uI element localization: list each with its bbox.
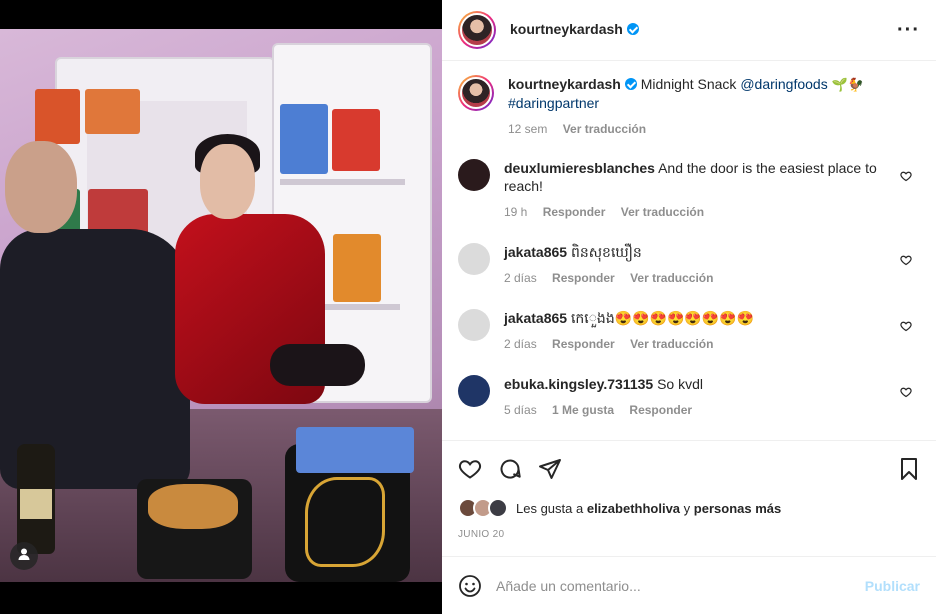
- comment-like-heart-icon[interactable]: [900, 385, 912, 403]
- commenter-avatar[interactable]: [458, 159, 490, 191]
- paper-plane-icon[interactable]: [538, 457, 562, 481]
- comment-text: កេ​​េួ​ងង😍😍😍😍😍😍😍😍: [570, 310, 755, 326]
- comment-like-heart-icon[interactable]: [900, 253, 912, 271]
- verified-badge-icon: [624, 78, 637, 90]
- translate-button[interactable]: Ver traducción: [621, 205, 704, 219]
- caption-timestamp[interactable]: 12 sem: [508, 122, 547, 136]
- commenter-username[interactable]: ebuka.kingsley.731135: [504, 376, 653, 392]
- photo-package: [35, 89, 80, 144]
- post-side-panel: kourtneykardash ··· kourtneykardash Midn…: [442, 0, 936, 614]
- post-header: kourtneykardash ···: [442, 0, 936, 61]
- comment-item: jakata865 កេ​​េួ​ងង😍😍😍😍😍😍😍😍 2 días Respo…: [458, 309, 920, 353]
- comment-input[interactable]: [496, 577, 856, 594]
- commenter-username[interactable]: deuxlumieresblanches: [504, 160, 655, 176]
- liker-avatars[interactable]: [458, 498, 508, 518]
- photo-package: [333, 234, 381, 302]
- reply-button[interactable]: Responder: [543, 205, 606, 219]
- caption-username[interactable]: kourtneykardash: [508, 76, 621, 92]
- smiley-icon[interactable]: [458, 574, 482, 598]
- comment-timestamp[interactable]: 5 días: [504, 403, 537, 417]
- photo-door-shelf: [280, 179, 405, 185]
- photo-rooster-logo: [305, 477, 385, 567]
- photo-man-head: [5, 141, 77, 233]
- comment-text: So kvdl: [657, 376, 703, 392]
- photo-bottle-label: [20, 489, 52, 519]
- photo-legs: [270, 344, 365, 386]
- photo-package: [85, 89, 140, 134]
- likes-summary: Les gusta a elizabethholiva y personas m…: [458, 496, 781, 520]
- commenter-username[interactable]: jakata865: [504, 244, 567, 260]
- bookmark-icon[interactable]: [898, 457, 920, 481]
- liker-username[interactable]: elizabethholiva: [587, 501, 680, 516]
- comment-timestamp[interactable]: 2 días: [504, 337, 537, 351]
- photo-woman-head: [200, 144, 255, 219]
- reply-button[interactable]: Responder: [552, 337, 615, 351]
- caption-emojis: 🌱🐓: [831, 77, 864, 92]
- add-comment-bar: Publicar: [442, 556, 936, 614]
- likes-prefix: Les gusta a: [516, 500, 584, 516]
- author-username[interactable]: kourtneykardash: [510, 21, 623, 37]
- other-likers-link[interactable]: personas más: [694, 501, 781, 516]
- user-tag-icon: [17, 547, 31, 566]
- comment-likes-count[interactable]: 1 Me gusta: [552, 403, 614, 417]
- comment-timestamp[interactable]: 19 h: [504, 205, 527, 219]
- post-date[interactable]: JUNIO 20: [458, 529, 504, 540]
- caption-text: Midnight Snack: [640, 76, 737, 92]
- translate-button[interactable]: Ver traducción: [630, 271, 713, 285]
- comment-like-heart-icon[interactable]: [900, 319, 912, 337]
- post-action-bar: [442, 440, 936, 496]
- reply-button[interactable]: Responder: [552, 271, 615, 285]
- comment-item: ebuka.kingsley.731135 So kvdl 5 días 1 M…: [458, 375, 920, 419]
- post-caption: kourtneykardash Midnight Snack @daringfo…: [458, 75, 920, 138]
- publish-comment-button[interactable]: Publicar: [865, 578, 920, 594]
- comment-timestamp[interactable]: 2 días: [504, 271, 537, 285]
- more-horizontal-icon: ···: [897, 18, 920, 41]
- comment-item: deuxlumieresblanches And the door is the…: [458, 159, 920, 221]
- caption-hashtag-link[interactable]: #daringpartner: [508, 95, 599, 111]
- photo-chicken-bites: [148, 484, 238, 529]
- comment-text: ពិនសុខឃឿន: [570, 244, 642, 260]
- more-options-button[interactable]: ···: [897, 19, 920, 42]
- verified-badge-icon: [626, 23, 639, 35]
- photo-package: [332, 109, 380, 171]
- comment-like-heart-icon[interactable]: [900, 169, 912, 187]
- reply-button[interactable]: Responder: [629, 403, 692, 417]
- caption-translate-button[interactable]: Ver traducción: [563, 122, 646, 136]
- caption-mention-link[interactable]: @daringfoods: [740, 76, 827, 92]
- post-photo[interactable]: [0, 29, 442, 582]
- commenter-avatar[interactable]: [458, 243, 490, 275]
- commenter-avatar[interactable]: [458, 375, 490, 407]
- photo-daring-bag: [296, 427, 414, 473]
- comments-list: kourtneykardash Midnight Snack @daringfo…: [442, 61, 936, 439]
- comment-bubble-icon[interactable]: [498, 457, 522, 481]
- commenter-username[interactable]: jakata865: [504, 310, 567, 326]
- heart-icon[interactable]: [458, 457, 482, 481]
- author-avatar[interactable]: [458, 11, 496, 49]
- post-media-area: [0, 0, 442, 614]
- comment-item: jakata865 ពិនសុខឃឿន 2 días Responder Ver…: [458, 243, 920, 287]
- tagged-users-button[interactable]: [10, 542, 38, 570]
- commenter-avatar[interactable]: [458, 309, 490, 341]
- likes-connector: y: [683, 500, 691, 516]
- translate-button[interactable]: Ver traducción: [630, 337, 713, 351]
- author-avatar[interactable]: [458, 75, 494, 111]
- photo-package: [280, 104, 328, 174]
